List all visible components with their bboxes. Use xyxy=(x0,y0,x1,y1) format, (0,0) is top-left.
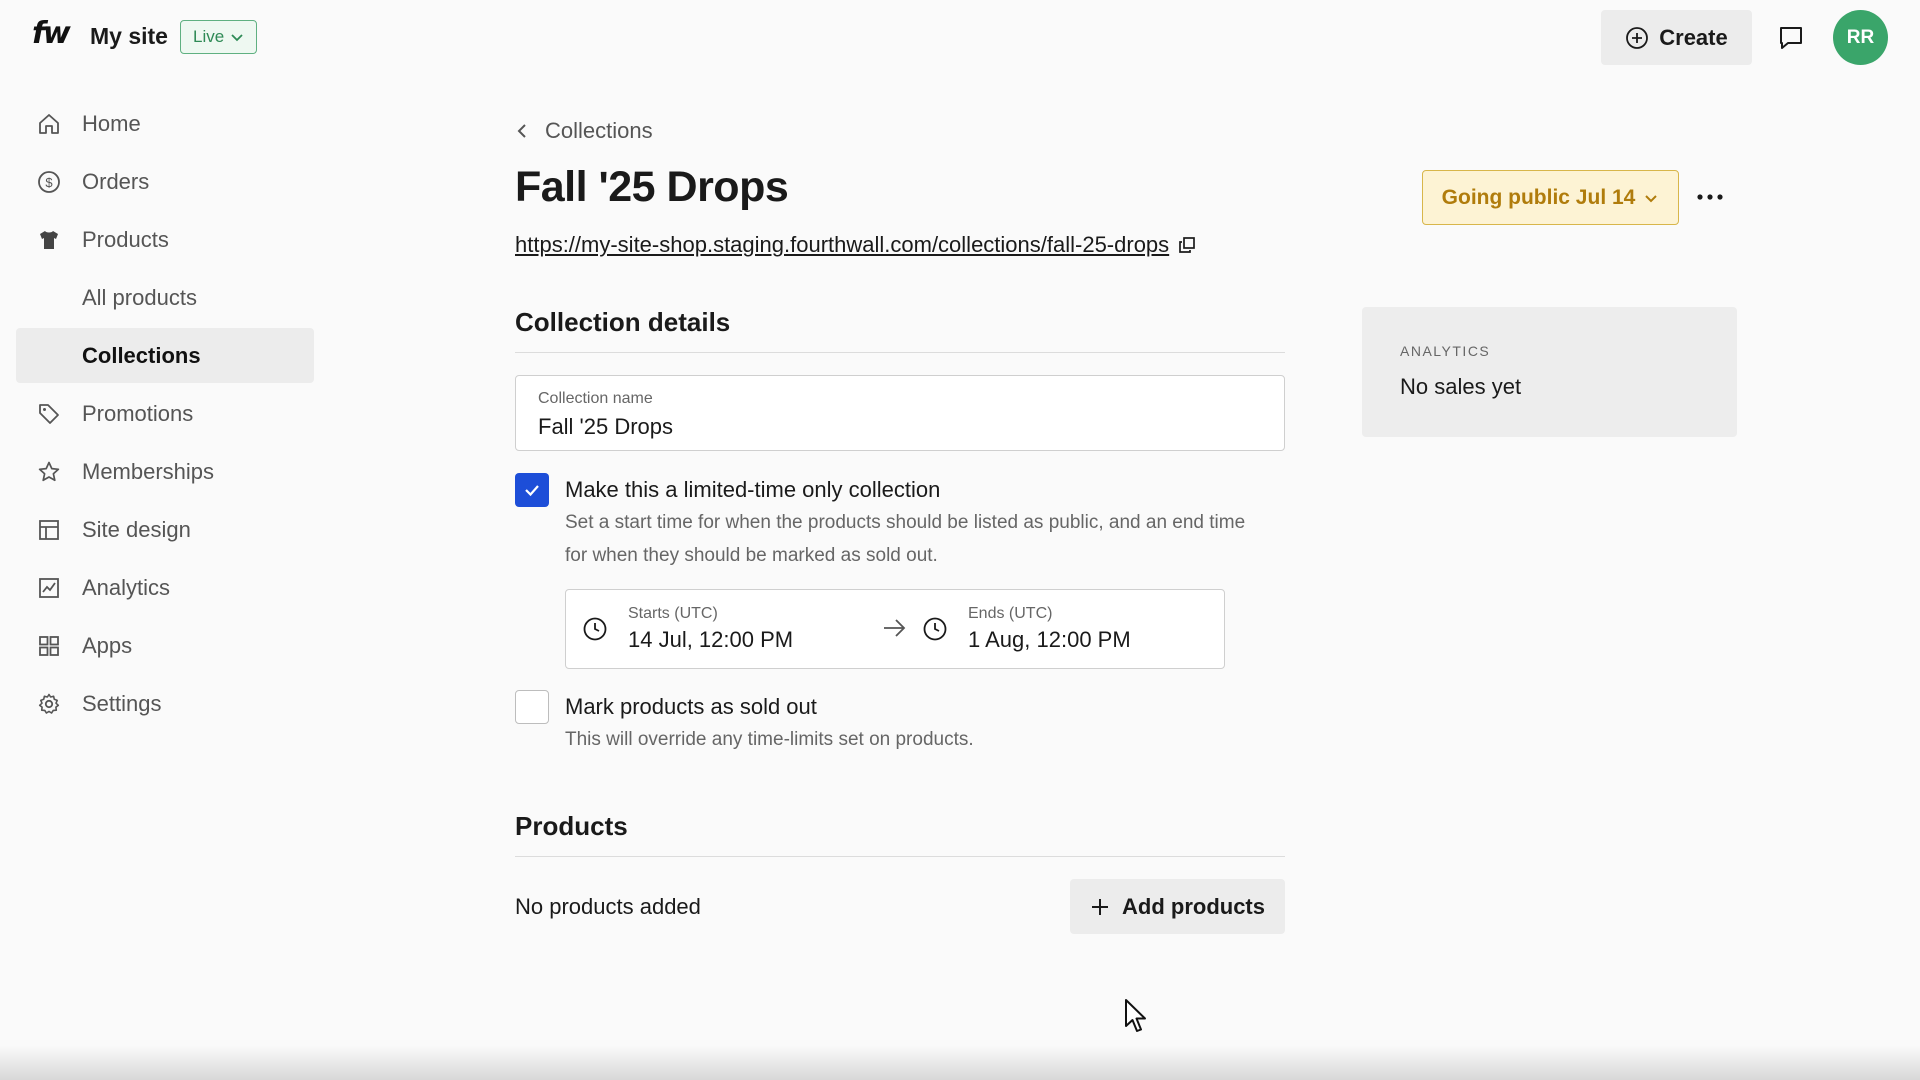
check-icon xyxy=(525,485,539,497)
sidebar-item-all-products[interactable]: All products xyxy=(16,270,314,325)
start-date-field[interactable]: Starts (UTC) 14 Jul, 12:00 PM xyxy=(582,590,793,668)
limited-time-checkbox[interactable] xyxy=(515,473,549,507)
collection-url-link[interactable]: https://my-site-shop.staging.fourthwall.… xyxy=(515,232,1169,258)
add-products-label: Add products xyxy=(1122,893,1265,919)
svg-text:$: $ xyxy=(45,175,53,190)
sidebar-item-memberships[interactable]: Memberships xyxy=(16,444,314,499)
gear-icon xyxy=(36,691,62,717)
home-icon xyxy=(36,111,62,137)
sidebar-item-apps[interactable]: Apps xyxy=(16,618,314,673)
sidebar-item-orders[interactable]: $ Orders xyxy=(16,154,314,209)
sidebar-item-products[interactable]: Products xyxy=(16,212,314,267)
date-range-picker: Starts (UTC) 14 Jul, 12:00 PM Ends (UTC)… xyxy=(565,589,1225,669)
collection-name-label: Collection name xyxy=(538,390,653,407)
chevron-down-icon xyxy=(231,34,243,42)
dollar-circle-icon: $ xyxy=(36,169,62,195)
breadcrumb-label: Collections xyxy=(545,118,653,143)
sidebar-item-analytics[interactable]: Analytics xyxy=(16,560,314,615)
sidebar-item-label: Site design xyxy=(82,516,191,542)
limited-time-help-line: Set a start time for when the products s… xyxy=(565,512,1246,533)
brand-logo[interactable]: fw xyxy=(32,16,71,51)
chevron-left-icon xyxy=(517,124,526,138)
user-avatar[interactable]: RR xyxy=(1833,10,1888,65)
sold-out-label: Mark products as sold out xyxy=(565,694,817,719)
chart-icon xyxy=(36,575,62,601)
collection-url-row: https://my-site-shop.staging.fourthwall.… xyxy=(515,232,1197,258)
end-date-label: Ends (UTC) xyxy=(968,605,1053,622)
products-heading: Products xyxy=(515,811,628,841)
divider xyxy=(515,352,1285,353)
top-bar: fw My site Live Create RR xyxy=(0,0,1920,74)
clock-icon xyxy=(923,617,947,641)
collection-name-input[interactable] xyxy=(538,414,1238,440)
divider xyxy=(515,856,1285,857)
add-products-button[interactable]: Add products xyxy=(1070,879,1285,934)
publish-status-dropdown[interactable]: Going public Jul 14 xyxy=(1422,170,1679,225)
sidebar-item-label: Analytics xyxy=(82,574,171,600)
publish-status-label: Going public Jul 14 xyxy=(1441,185,1636,209)
sidebar-item-label: Apps xyxy=(82,632,133,658)
breadcrumb-back-link[interactable]: Collections xyxy=(515,118,653,144)
layout-icon xyxy=(36,517,62,543)
analytics-value: No sales yet xyxy=(1400,374,1522,399)
copy-icon[interactable] xyxy=(1177,235,1197,255)
more-options-button[interactable] xyxy=(1694,185,1726,209)
messages-button[interactable] xyxy=(1772,20,1810,56)
limited-time-help: Set a start time for when the products s… xyxy=(565,506,1245,572)
create-button[interactable]: Create xyxy=(1601,10,1752,65)
live-badge-label: Live xyxy=(193,27,225,46)
chevron-down-icon xyxy=(1645,194,1658,202)
limited-time-label: Make this a limited-time only collection xyxy=(565,477,941,502)
plus-circle-icon xyxy=(1626,26,1649,49)
clock-icon xyxy=(583,617,607,641)
create-button-label: Create xyxy=(1659,24,1728,50)
start-date-value: 14 Jul, 12:00 PM xyxy=(628,627,794,652)
star-icon xyxy=(36,459,62,485)
end-date-value: 1 Aug, 12:00 PM xyxy=(968,627,1131,652)
start-date-label: Starts (UTC) xyxy=(628,605,718,622)
sidebar-item-collections[interactable]: Collections xyxy=(16,328,314,383)
collection-name-field[interactable]: Collection name xyxy=(515,375,1285,451)
sidebar-item-settings[interactable]: Settings xyxy=(16,676,314,731)
sidebar-item-label: Promotions xyxy=(82,400,194,426)
arrow-right-icon xyxy=(884,619,906,637)
plus-icon xyxy=(1092,898,1108,915)
bottom-edge-shadow xyxy=(0,1046,1920,1080)
sidebar-nav: Home $ Orders Products All products Coll… xyxy=(16,96,314,734)
sold-out-help: This will override any time-limits set o… xyxy=(565,729,974,750)
sidebar-item-promotions[interactable]: Promotions xyxy=(16,386,314,441)
sidebar-item-label: Collections xyxy=(82,342,201,368)
sidebar-item-label: Products xyxy=(82,226,169,252)
sidebar-item-site-design[interactable]: Site design xyxy=(16,502,314,557)
sidebar-item-label: All products xyxy=(82,284,197,310)
tshirt-icon xyxy=(36,227,62,253)
page-title: Fall '25 Drops xyxy=(515,163,789,211)
sidebar-item-label: Memberships xyxy=(82,458,215,484)
sold-out-checkbox[interactable] xyxy=(515,690,549,724)
sidebar-item-label: Orders xyxy=(82,168,150,194)
sidebar-item-home[interactable]: Home xyxy=(16,96,314,151)
sidebar-item-label: Settings xyxy=(82,690,162,716)
grid-icon xyxy=(36,633,62,659)
mouse-pointer-icon xyxy=(1125,999,1146,1032)
live-status-dropdown[interactable]: Live xyxy=(180,20,258,54)
analytics-label: ANALYTICS xyxy=(1400,343,1491,359)
sidebar-item-label: Home xyxy=(82,110,141,136)
collection-details-heading: Collection details xyxy=(515,307,731,337)
more-horizontal-icon xyxy=(1697,194,1723,200)
end-date-field[interactable]: Ends (UTC) 1 Aug, 12:00 PM xyxy=(922,590,1131,668)
chat-icon xyxy=(1780,27,1802,49)
limited-time-help-line: for when they should be marked as sold o… xyxy=(565,545,938,566)
tag-icon xyxy=(36,401,62,427)
site-name[interactable]: My site xyxy=(90,23,168,50)
products-empty-state: No products added xyxy=(515,894,701,919)
analytics-card: ANALYTICS No sales yet xyxy=(1362,307,1737,437)
